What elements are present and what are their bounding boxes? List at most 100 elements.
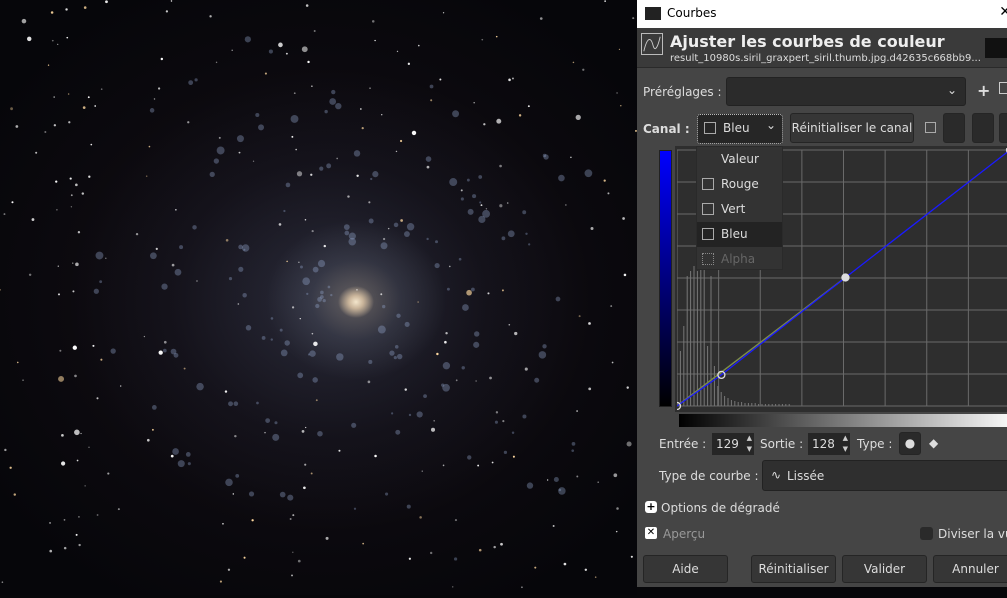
channel-label: Canal : [643,122,690,136]
dialog-header: Ajuster les courbes de couleur result_10… [637,28,1007,68]
star [604,0,606,2]
decrement-icon[interactable]: ▼ [747,445,752,453]
star [154,98,155,99]
star [474,102,475,103]
spiral-arm-knot [395,430,400,435]
reset-button[interactable]: Réinitialiser [751,555,836,583]
star [88,176,90,178]
dialog-heading: Ajuster les courbes de couleur [670,32,945,51]
output-spinner[interactable]: 128▲▼ [808,433,850,455]
spiral-arm-knot [372,171,378,177]
spiral-arm-knot [283,210,285,212]
increment-icon[interactable]: ▲ [747,434,752,442]
presets-dropdown[interactable]: ⌄ [726,77,966,106]
spiral-arm-knot [284,340,289,345]
star [17,362,19,364]
chevron-down-icon: ⌄ [947,83,957,97]
star [368,381,371,384]
help-button[interactable]: Aide [643,555,728,583]
star [499,204,502,207]
increment-icon[interactable]: ▲ [843,434,848,442]
star [48,65,49,66]
menu-item-valeur[interactable]: Valeur [697,147,782,172]
star [607,192,609,194]
star [305,219,307,221]
spiral-arm-knot [186,452,191,457]
star [374,40,375,41]
star [388,228,389,229]
reset-channel-button[interactable]: Réinitialiser le canal [790,113,914,143]
blue-channel-icon [704,122,716,134]
spiral-arm-knot [389,350,394,355]
star [11,201,13,203]
star [159,351,163,355]
star [622,217,625,220]
spiral-arm-knot [495,421,498,424]
preset-menu-icon[interactable] [999,82,1007,94]
spiral-arm-knot [559,489,562,492]
star [152,429,154,431]
star [487,292,489,294]
spiral-arm-knot [309,350,315,356]
histogram-view-button-2[interactable] [999,113,1007,143]
curve-type-dropdown[interactable]: ∿ Lissée [762,460,1007,491]
star [431,428,435,432]
spiral-arm-knot [443,362,450,369]
spiral-arm-knot [391,412,393,414]
spiral-arm-knot [468,209,474,215]
expand-icon[interactable]: + [645,501,657,513]
curve-control-point[interactable] [842,274,849,281]
star [61,461,65,465]
star [265,73,267,75]
input-spinner[interactable]: 129▲▼ [712,433,754,455]
star [613,473,617,477]
star [486,208,487,209]
spiral-arm-knot [330,294,332,296]
spiral-arm-knot [528,243,530,245]
ok-button[interactable]: Valider [842,555,927,583]
preview-checkbox[interactable]: ✕ [645,527,657,539]
close-icon[interactable]: ✕ [999,4,1007,20]
channel-dropdown[interactable]: Bleu ⌄ [697,114,783,144]
log-histogram-button[interactable] [943,113,965,143]
menu-item-bleu[interactable]: Bleu [697,222,782,247]
spiral-arm-knot [467,179,470,182]
corner-point-icon[interactable]: ◆ [929,436,938,450]
star [300,318,301,319]
star [29,274,31,276]
spiral-arm-knot [404,231,410,237]
spiral-arm-knot [302,277,310,285]
gradient-options-expander[interactable]: Options de dégradé [661,501,780,515]
smooth-point-button[interactable]: ● [899,432,921,455]
star [408,63,410,65]
star [32,218,35,221]
star [292,306,294,308]
cancel-button[interactable]: Annuler [933,555,1007,583]
spiral-arm-knot [423,394,427,398]
star [144,336,145,337]
menu-item-rouge[interactable]: Rouge [697,172,782,197]
spiral-arm-knot [269,49,273,53]
star [508,79,511,82]
star [477,465,479,467]
spiral-arm-knot [324,110,327,113]
add-preset-icon[interactable]: + [977,81,990,100]
split-view-checkbox[interactable] [920,527,933,540]
star [514,332,517,335]
menu-item-label: Vert [721,202,745,216]
star [27,37,31,41]
star [64,547,67,550]
spiral-arm-knot [354,508,356,510]
star [44,131,46,133]
star [220,580,222,582]
menu-item-vert[interactable]: Vert [697,197,782,222]
spiral-arm-knot [525,233,527,235]
star [71,194,73,196]
decrement-icon[interactable]: ▼ [843,445,848,453]
star [466,290,472,296]
histogram-view-button[interactable] [972,113,994,143]
spiral-arm-knot [351,423,356,428]
linear-histogram-icon[interactable] [925,122,936,133]
star [136,233,138,235]
star [307,61,309,63]
